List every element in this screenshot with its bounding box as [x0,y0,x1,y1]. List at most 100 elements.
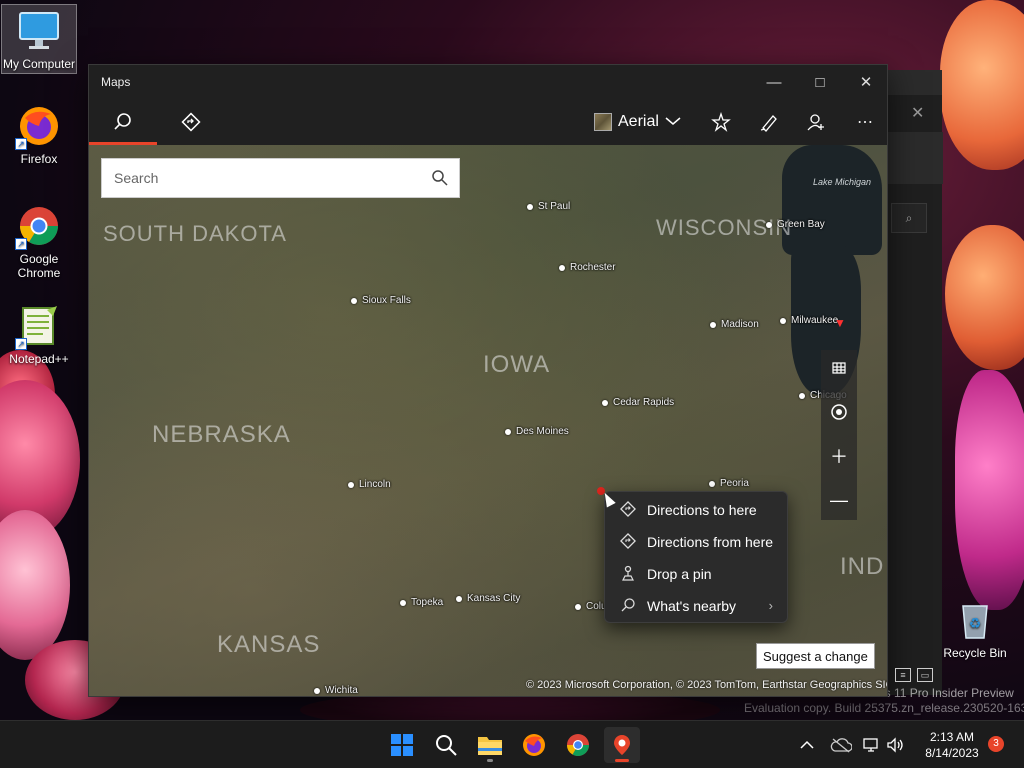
account-icon[interactable] [804,111,828,133]
taskbar-chrome[interactable] [560,727,596,763]
zoom-in-icon[interactable]: ＋ [821,438,857,474]
city-label[interactable]: Des Moines [505,426,569,437]
city-label[interactable]: Peoria [709,478,749,489]
map-canvas[interactable]: Lake Michigan SOUTH DAKOTA WISCONSIN IOW… [89,145,887,696]
city-label[interactable]: Lincoln [348,479,391,490]
compass-icon[interactable]: ▼ [834,316,846,330]
volume-icon[interactable] [886,721,904,768]
suggest-change-button[interactable]: Suggest a change [756,643,875,669]
recycle-bin-icon: ♻ [953,598,997,642]
desktop-icon-my-computer[interactable]: My Computer [1,4,77,74]
close-icon[interactable]: ✕ [911,103,924,123]
svg-text:♻: ♻ [969,616,982,632]
state-label: SOUTH DAKOTA [103,221,287,246]
list-view-icon[interactable]: ≡ [895,668,911,682]
search-icon[interactable]: ⌕ [891,203,927,233]
monitor-icon [17,9,61,53]
city-label[interactable]: Green Bay [766,219,825,230]
taskbar-maps[interactable] [604,727,640,763]
desktop-icon-label: My Computer [2,57,76,71]
more-options-icon[interactable]: ⋯ [853,111,877,133]
desktop-icon-firefox[interactable]: ↗ Firefox [1,104,77,166]
maximize-button[interactable]: □ [797,65,843,99]
search-box[interactable] [101,158,460,198]
window-title: Maps [101,75,131,89]
clock-time: 2:13 AM [929,730,975,744]
tab-directions[interactable] [157,99,225,145]
wallpaper-blob [945,225,1024,370]
city-label[interactable]: Wichita [314,685,358,696]
city-label[interactable]: Milwaukee [780,315,838,326]
start-button[interactable] [384,727,420,763]
window-view-icon[interactable]: ▭ [917,668,933,682]
search-icon [619,597,637,616]
show-hidden-icons-button[interactable] [800,721,814,768]
city-label[interactable]: Sioux Falls [351,295,411,306]
menu-item-directions-to-here[interactable]: Directions to here [605,494,787,526]
wallpaper-blob [955,370,1024,610]
search-input[interactable] [102,170,422,186]
directions-icon [619,532,637,552]
network-icon[interactable] [862,721,880,768]
firefox-icon [523,734,545,756]
notification-badge[interactable]: 3 [988,736,1004,752]
directions-icon [181,112,201,132]
desktop-icon-label: Google Chrome [17,252,61,280]
taskbar: 2:13 AM 8/14/2023 [0,720,1024,768]
city-label[interactable]: Cedar Rapids [602,397,674,408]
onedrive-icon[interactable] [830,721,852,768]
chevron-down-icon [665,115,681,129]
taskbar-clock[interactable]: 2:13 AM 8/14/2023 [916,729,988,761]
watermark-line2: Evaluation copy. Build 25375.zn_release.… [744,701,1024,715]
title-bar[interactable]: Maps — □ ✕ [89,65,887,99]
lake-label: Lake Michigan [813,177,872,187]
close-button[interactable]: ✕ [843,65,887,99]
city-label[interactable]: Colu [575,601,607,612]
city-label[interactable]: Rochester [559,262,616,273]
chevron-up-icon [800,737,814,753]
wallpaper-blob [0,510,70,660]
zoom-out-icon[interactable]: — [821,482,857,518]
favorites-icon[interactable] [709,111,733,133]
desktop-icon-label: Recycle Bin [943,646,1007,660]
tab-search[interactable] [89,99,157,145]
desktop-icon-label: Firefox [20,152,58,166]
city-label[interactable]: Topeka [400,597,443,608]
search-icon[interactable] [431,169,449,192]
folder-icon [478,737,502,755]
desktop-icon-recycle-bin[interactable]: ♻ Recycle Bin [937,598,1013,660]
maps-icon [614,735,630,755]
map-style-label: Aerial [618,113,659,130]
menu-item-whats-nearby[interactable]: What's nearby › [605,590,787,622]
lake-shape [782,145,882,255]
taskbar-file-explorer[interactable] [472,727,508,763]
taskbar-search-button[interactable] [428,727,464,763]
maps-toolbar: Aerial ⋯ [89,99,887,145]
city-label[interactable]: Madison [710,319,759,330]
wallpaper-blob [940,0,1024,170]
grid-view-icon[interactable] [821,350,857,386]
chrome-icon [567,734,589,756]
desktop-icon-chrome[interactable]: ↗ Google Chrome [1,204,77,280]
menu-item-directions-from-here[interactable]: Directions from here [605,526,787,558]
menu-item-drop-a-pin[interactable]: Drop a pin [605,558,787,590]
watermark-line1: ws 11 Pro Insider Preview [876,686,1014,700]
taskbar-firefox[interactable] [516,727,552,763]
background-window[interactable]: ✕ ⌕ [880,95,943,695]
city-label[interactable]: Kansas City [456,593,520,604]
windows-icon [391,734,413,756]
state-label: NEBRASKA [152,421,291,448]
chrome-icon: ↗ [15,204,61,250]
map-style-dropdown[interactable]: Aerial [594,109,681,135]
directions-icon [619,500,637,520]
aerial-thumbnail-icon [594,113,612,131]
desktop-icon-notepadpp[interactable]: ↗ Notepad++ [1,304,77,366]
chevron-right-icon: › [768,598,773,613]
desktop-icon-label: Notepad++ [9,352,69,366]
notepadpp-icon: ↗ [15,304,61,350]
minimize-button[interactable]: — [751,65,797,99]
state-label: KANSAS [217,631,321,658]
ink-pen-icon[interactable] [757,111,781,133]
city-label[interactable]: St Paul [527,201,570,212]
my-location-icon[interactable] [821,394,857,430]
